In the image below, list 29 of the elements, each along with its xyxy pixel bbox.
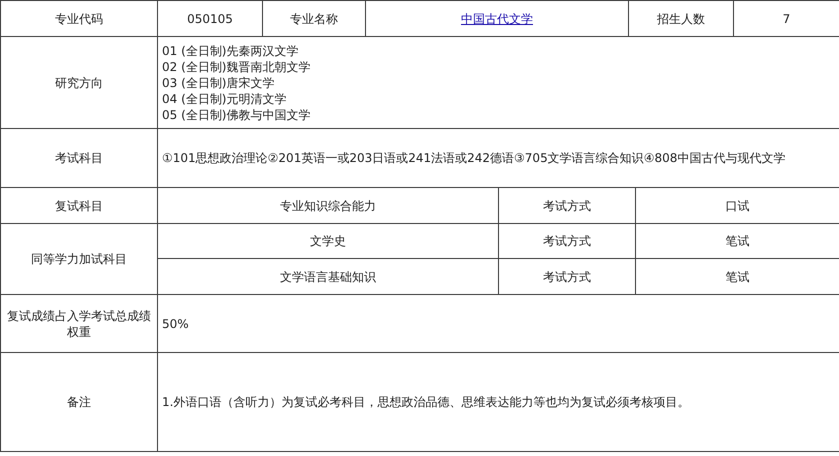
table-cell: 文学语言基础知识 bbox=[280, 268, 376, 284]
table-cell: 考试科目 bbox=[55, 150, 103, 166]
table-cell: 1.外语口语（含听力）为复试必考科目，思想政治品德、思维表达能力等也均为复试必须考核项目。 bbox=[162, 394, 690, 410]
table-cell: 7 bbox=[782, 10, 790, 26]
table-cell: 考试方式 bbox=[543, 233, 591, 249]
table-cell: 050105 bbox=[187, 10, 233, 26]
table-cell: 考试方式 bbox=[543, 198, 591, 214]
research-direction: 03 (全日制)唐宋文学 bbox=[162, 74, 274, 90]
table-cell: 备注 bbox=[67, 394, 91, 410]
major-link[interactable]: 中国古代文学 bbox=[461, 10, 533, 26]
table-cell: 50% bbox=[162, 316, 189, 332]
table-cell: 口试 bbox=[726, 198, 750, 214]
research-direction: 05 (全日制)佛教与中国文学 bbox=[162, 106, 310, 122]
table-cell: 复试科目 bbox=[55, 198, 103, 214]
table-cell: 专业名称 bbox=[290, 10, 338, 26]
table-cell-text: 复试成绩占入学考试总成绩权重 bbox=[6, 308, 152, 340]
table-cell: 专业知识综合能力 bbox=[280, 198, 376, 214]
table-cell: 文学史 bbox=[310, 233, 346, 249]
table-cell: ①101思想政治理论②201英语一或203日语或241法语或242德语③705文学语言综合知识④808中国古代与现代文学 bbox=[162, 150, 786, 166]
table-cell: 考试方式 bbox=[543, 268, 591, 284]
research-direction: 02 (全日制)魏晋南北朝文学 bbox=[162, 58, 310, 74]
table-cell: 同等学力加试科目 bbox=[31, 251, 127, 267]
table-cell: 专业代码 bbox=[55, 10, 103, 26]
table-cell: 研究方向 bbox=[55, 74, 103, 90]
research-direction: 04 (全日制)元明清文学 bbox=[162, 90, 286, 106]
research-direction: 01 (全日制)先秦两汉文学 bbox=[162, 42, 298, 58]
table-cell: 招生人数 bbox=[657, 10, 705, 26]
table-cell: 笔试 bbox=[726, 233, 750, 249]
table-cell: 笔试 bbox=[726, 268, 750, 284]
